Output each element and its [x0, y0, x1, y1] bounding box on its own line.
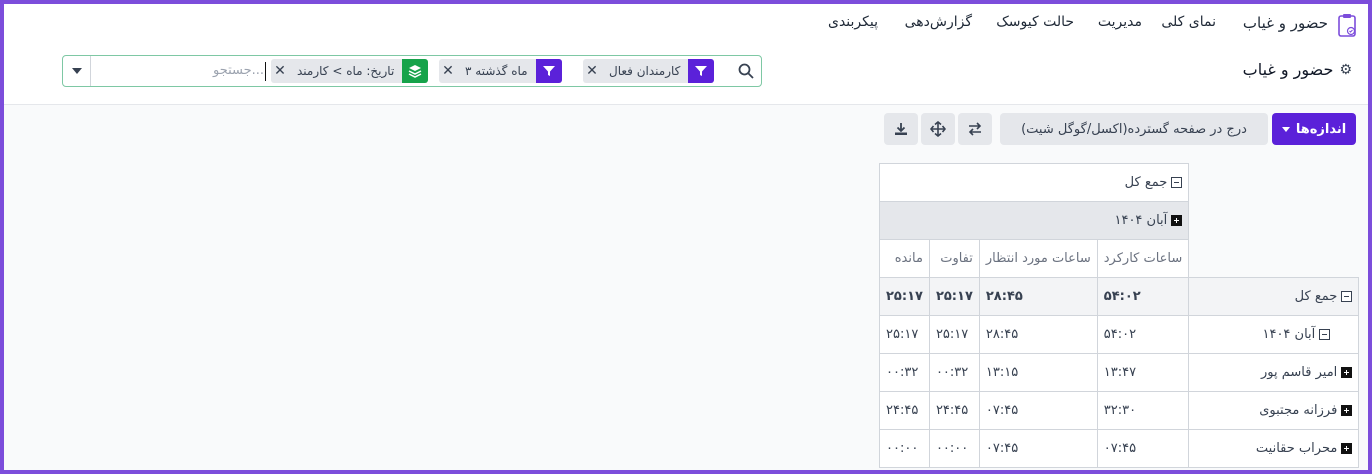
app-frame: حضور و غیاب نمای کلی مدیریت حالت کیوسک گ…: [4, 4, 1368, 470]
cell-value[interactable]: ۲۵:۱۷: [879, 277, 930, 316]
menu-item-management[interactable]: مدیریت: [1098, 14, 1142, 30]
cell-value[interactable]: ۰۰:۳۲: [879, 353, 930, 392]
filter-icon: [535, 59, 562, 83]
swap-icon: [968, 122, 982, 136]
move-arrows-icon: [930, 121, 946, 137]
measure-header-balance[interactable]: مانده: [879, 239, 930, 278]
cell-value[interactable]: ۲۵:۱۷: [928, 315, 980, 354]
cell-value[interactable]: ۰۰:۳۲: [928, 353, 980, 392]
facet-groupby: ✕ تاریخ: ماه > کارمند: [271, 59, 429, 83]
row-header-month[interactable]: آبان ۱۴۰۴: [1188, 315, 1360, 354]
clipboard-app-icon[interactable]: [1336, 12, 1358, 38]
expand-icon: [1341, 367, 1353, 378]
insert-spreadsheet-label: درج در صفحه گسترده(اکسل/گوگل شیت): [1021, 121, 1247, 137]
cell-value[interactable]: ۰۷:۴۵: [978, 391, 1098, 430]
close-icon[interactable]: ✕: [583, 63, 601, 79]
facet-label: کارمندان فعال: [609, 64, 681, 78]
cell-value[interactable]: ۲۴:۴۵: [879, 391, 930, 430]
cell-value[interactable]: ۵۴:۰۲: [1096, 315, 1190, 354]
cell-value[interactable]: ۲۸:۴۵: [978, 277, 1098, 316]
download-button[interactable]: [884, 113, 918, 145]
breadcrumb: حضور و غیاب ⚙: [1243, 60, 1352, 79]
expand-icon: [1341, 443, 1353, 454]
row-header-employee[interactable]: محراب حقانیت: [1188, 429, 1360, 468]
cell-value[interactable]: ۳۲:۳۰: [1096, 391, 1190, 430]
col-header-total[interactable]: جمع کل: [878, 163, 1190, 202]
measures-button[interactable]: اندازه‌ها: [1272, 113, 1356, 145]
row-header-employee[interactable]: امیر قاسم پور: [1188, 353, 1360, 392]
cell-value[interactable]: ۰۷:۴۵: [978, 429, 1098, 468]
top-bar: حضور و غیاب نمای کلی مدیریت حالت کیوسک گ…: [4, 4, 1368, 105]
insert-spreadsheet-button[interactable]: درج در صفحه گسترده(اکسل/گوگل شیت): [1000, 113, 1268, 145]
search-icon[interactable]: [737, 62, 755, 80]
expand-icon: [1341, 405, 1353, 416]
menu-item-overview[interactable]: نمای کلی: [1161, 14, 1216, 30]
pivot-corner: [1189, 164, 1359, 202]
download-icon: [895, 123, 907, 135]
expand-icon: [1171, 215, 1183, 226]
facet-filter-active: ✕ کارمندان فعال: [583, 59, 715, 83]
table-row: آبان ۱۴۰۴ ۵۴:۰۲ ۲۸:۴۵ ۲۵:۱۷ ۲۵:۱۷: [879, 315, 1360, 354]
cell-value[interactable]: ۵۴:۰۲: [1096, 277, 1190, 316]
search-input[interactable]: جستجو...: [213, 63, 264, 78]
cell-value[interactable]: ۱۳:۴۷: [1096, 353, 1190, 392]
collapse-icon: [1341, 291, 1353, 302]
cell-value[interactable]: ۲۵:۱۷: [928, 277, 980, 316]
cell-value[interactable]: ۲۴:۴۵: [928, 391, 980, 430]
cell-value[interactable]: ۰۷:۴۵: [1096, 429, 1190, 468]
search-bar: جستجو... ✕ تاریخ: ماه > کارمند ✕ ۳ ماه گ…: [62, 55, 762, 87]
measure-header-expected[interactable]: ساعات مورد انتظار: [978, 239, 1098, 278]
facet-label: ۳ ماه گذشته: [465, 64, 528, 78]
menu-item-configuration[interactable]: پیکربندی: [828, 14, 878, 30]
close-icon[interactable]: ✕: [439, 63, 457, 79]
table-row: فرزانه مجتبوی ۳۲:۳۰ ۰۷:۴۵ ۲۴:۴۵ ۲۴:۴۵: [879, 391, 1360, 430]
filter-icon: [688, 59, 715, 83]
facet-label: تاریخ: ماه > کارمند: [297, 64, 395, 78]
table-row: امیر قاسم پور ۱۳:۴۷ ۱۳:۱۵ ۰۰:۳۲ ۰۰:۳۲: [879, 353, 1360, 392]
menu-item-reporting[interactable]: گزارش‌دهی: [905, 14, 972, 30]
measure-header-difference[interactable]: تفاوت: [928, 239, 980, 278]
cell-value[interactable]: ۱۳:۱۵: [978, 353, 1098, 392]
row-header-employee[interactable]: فرزانه مجتبوی: [1188, 391, 1360, 430]
cell-value[interactable]: ۰۰:۰۰: [879, 429, 930, 468]
close-icon[interactable]: ✕: [271, 63, 289, 79]
pivot-table: جمع کل آبان ۱۴۰۴ ساعات کارکرد ساعات مورد…: [878, 163, 1360, 468]
search-options-toggle[interactable]: [63, 56, 91, 86]
menu-item-kiosk[interactable]: حالت کیوسک: [996, 14, 1074, 30]
facet-filter-3months: ✕ ۳ ماه گذشته: [439, 59, 562, 83]
gear-icon[interactable]: ⚙: [1339, 62, 1352, 78]
expand-all-button[interactable]: [921, 113, 955, 145]
menu-app-title[interactable]: حضور و غیاب: [1243, 14, 1328, 32]
collapse-icon: [1171, 177, 1183, 188]
chevron-down-icon: [71, 68, 82, 74]
measure-header-worked[interactable]: ساعات کارکرد: [1096, 239, 1190, 278]
chevron-down-icon: [1281, 126, 1290, 132]
table-row: جمع کل ۵۴:۰۲ ۲۸:۴۵ ۲۵:۱۷ ۲۵:۱۷: [879, 277, 1360, 316]
cell-value[interactable]: ۲۸:۴۵: [978, 315, 1098, 354]
text-cursor: [265, 62, 266, 81]
cell-value[interactable]: ۰۰:۰۰: [928, 429, 980, 468]
col-header-month[interactable]: آبان ۱۴۰۴: [878, 201, 1190, 240]
flip-axis-button[interactable]: [958, 113, 992, 145]
table-row: محراب حقانیت ۰۷:۴۵ ۰۷:۴۵ ۰۰:۰۰ ۰۰:۰۰: [879, 429, 1360, 468]
collapse-icon: [1319, 329, 1331, 340]
row-header-total[interactable]: جمع کل: [1188, 277, 1360, 316]
measures-label: اندازه‌ها: [1295, 121, 1347, 137]
page-title: حضور و غیاب: [1242, 60, 1334, 79]
cell-value[interactable]: ۲۵:۱۷: [879, 315, 930, 354]
group-by-icon: [402, 59, 429, 83]
